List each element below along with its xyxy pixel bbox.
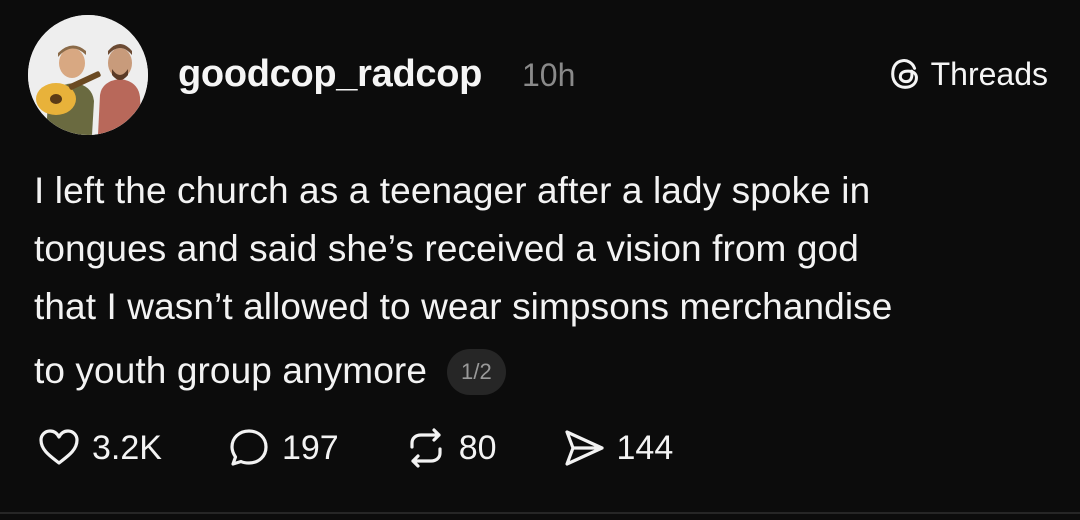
post-text-line: I left the church as a teenager after a … [34, 170, 871, 211]
send-icon [564, 430, 604, 466]
reply-count: 197 [281, 429, 339, 467]
post-actions: 3.2K 197 80 144 [36, 424, 737, 472]
threads-brand: Threads [887, 54, 1048, 94]
post-text-line: that I wasn’t allowed to wear simpsons m… [34, 286, 893, 327]
post-text-last-line: to youth group anymore 1/2 [34, 342, 1054, 400]
share-button[interactable]: 144 [561, 425, 674, 471]
post-text-line: tongues and said she’s received a vision… [34, 228, 859, 269]
post-text: I left the church as a teenager after a … [34, 162, 1054, 400]
avatar[interactable] [28, 15, 148, 135]
reply-button[interactable]: 197 [226, 425, 339, 471]
username[interactable]: goodcop_radcop [178, 52, 482, 96]
page-indicator-badge: 1/2 [447, 349, 506, 395]
threads-brand-label: Threads [930, 56, 1048, 92]
like-count: 3.2K [92, 429, 162, 467]
repost-button[interactable]: 80 [403, 425, 497, 471]
heart-icon [39, 429, 79, 465]
avatar-photo [28, 15, 148, 135]
like-button[interactable]: 3.2K [36, 425, 162, 471]
post-divider [0, 512, 1080, 514]
repost-count: 80 [458, 429, 497, 467]
comment-bubble-icon [230, 429, 268, 466]
post-text-line: to youth group anymore [34, 350, 427, 391]
share-count: 144 [616, 429, 674, 467]
threads-logo-icon [890, 59, 918, 89]
post-timestamp: 10h [522, 57, 576, 93]
repost-arrows-icon [410, 428, 442, 468]
